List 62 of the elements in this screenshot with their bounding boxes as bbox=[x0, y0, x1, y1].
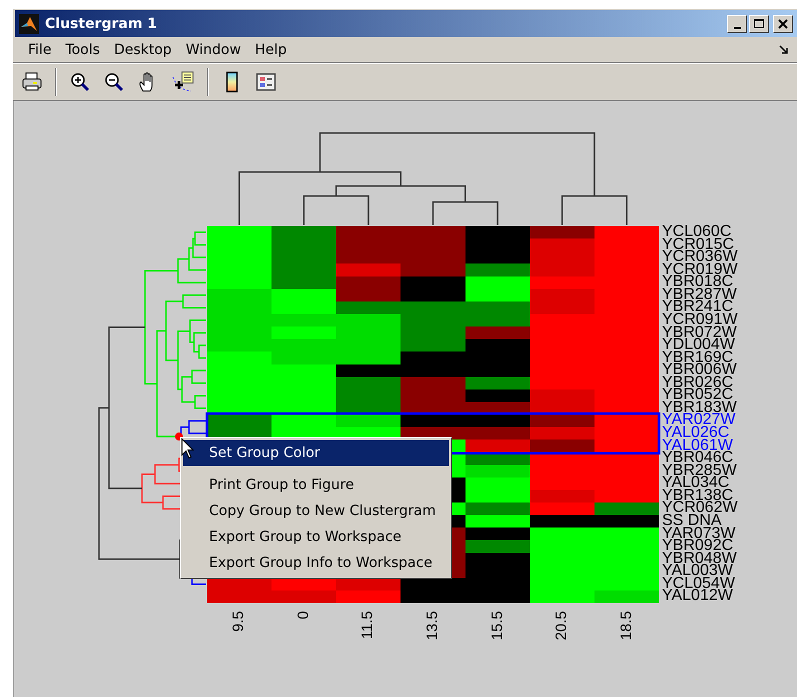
row-label: YBR169C bbox=[662, 352, 734, 364]
close-button[interactable] bbox=[773, 14, 793, 32]
column-label: 9.5 bbox=[231, 611, 248, 632]
row-label: YBR241C bbox=[662, 301, 734, 314]
column-label: 20.5 bbox=[554, 611, 570, 640]
row-label: YAL026C bbox=[662, 427, 730, 440]
dock-arrow-icon[interactable] bbox=[779, 45, 789, 55]
row-label: YBR138C bbox=[662, 490, 734, 502]
row-label: YAR073W bbox=[662, 528, 737, 540]
row-label: YBR092C bbox=[662, 540, 734, 553]
menu-item[interactable]: Tools bbox=[58, 40, 107, 60]
row-label: YAL012W bbox=[662, 590, 733, 603]
row-label: YAR027W bbox=[662, 414, 736, 427]
context-menu-item[interactable]: Export Group to Workspace bbox=[183, 524, 449, 550]
maximize-button[interactable] bbox=[749, 14, 769, 32]
zoom-in-icon[interactable] bbox=[69, 71, 91, 93]
row-label: YBR026C bbox=[662, 376, 734, 390]
close-icon bbox=[778, 18, 788, 28]
row-label: YCR091W bbox=[662, 314, 738, 326]
row-label: YBR285W bbox=[662, 464, 738, 478]
legend-icon[interactable] bbox=[255, 71, 277, 93]
row-label: YAL003W bbox=[662, 565, 733, 578]
column-label: 11.5 bbox=[360, 611, 376, 640]
context-menu-item[interactable]: Export Group Info to Workspace bbox=[183, 550, 449, 576]
context-menu-item[interactable]: Print Group to Figure bbox=[183, 472, 449, 498]
column-label: 18.5 bbox=[618, 611, 635, 640]
row-label: YBR072W bbox=[662, 326, 737, 340]
row-label: YBR183W bbox=[662, 402, 738, 414]
column-label: 15.5 bbox=[490, 611, 506, 640]
row-label: YCL060C bbox=[662, 226, 732, 239]
context-menu-item[interactable]: Set Group Color bbox=[183, 440, 449, 466]
menu-item[interactable]: Desktop bbox=[106, 40, 179, 60]
row-label: YCR062W bbox=[662, 502, 738, 515]
minimize-icon bbox=[734, 26, 740, 28]
row-label: YDL004W bbox=[662, 339, 735, 352]
row-label: YAL034C bbox=[662, 477, 730, 490]
row-label: YBR287W bbox=[662, 288, 738, 302]
print-icon[interactable] bbox=[21, 71, 43, 93]
row-label: YCL054W bbox=[662, 578, 736, 590]
row-label: YBR052C bbox=[662, 389, 734, 402]
menu-item[interactable]: File bbox=[21, 40, 58, 60]
peak-logo-icon bbox=[19, 14, 39, 34]
context-menu-item[interactable]: Copy Group to New Clustergram bbox=[183, 498, 449, 524]
column-label: 13.5 bbox=[424, 611, 441, 640]
row-label: YBR006W bbox=[662, 364, 738, 377]
maximize-icon bbox=[754, 18, 764, 28]
menu-item[interactable]: Window bbox=[178, 40, 248, 60]
row-label: YCR036W bbox=[662, 251, 738, 264]
window-title: Clustergram 1 bbox=[45, 16, 158, 32]
row-label: YCR019W bbox=[662, 264, 738, 276]
menu-item[interactable]: Help bbox=[248, 40, 294, 60]
top-dendrogram-drawing[interactable] bbox=[238, 132, 628, 225]
row-label: YBR048W bbox=[662, 552, 738, 566]
row-label: YBR018C bbox=[662, 276, 734, 289]
row-label: YAL061W bbox=[662, 440, 734, 452]
zoom-out-icon[interactable] bbox=[103, 71, 125, 93]
data-cursor-icon[interactable] bbox=[171, 71, 195, 93]
column-label: 0 bbox=[296, 611, 312, 620]
row-label: YBR046C bbox=[662, 452, 734, 465]
row-label: YCR015C bbox=[662, 238, 734, 252]
minimize-button[interactable] bbox=[727, 14, 747, 32]
row-label: SS DNA bbox=[662, 514, 722, 528]
